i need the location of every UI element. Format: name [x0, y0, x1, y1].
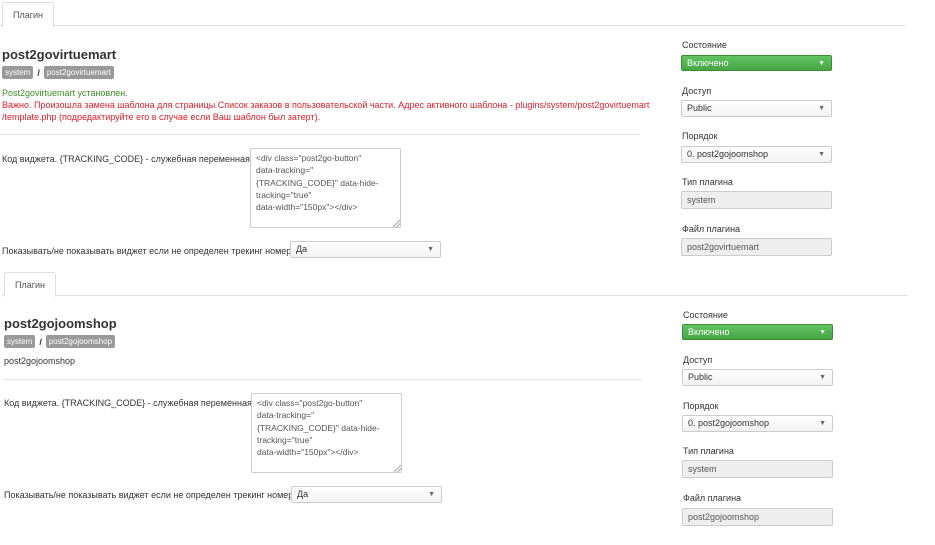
element-badge: post2govirtuemart — [43, 66, 114, 79]
plugin-file-label: Файл плагина — [682, 224, 741, 234]
show-widget-value: Да — [296, 244, 308, 254]
chevron-down-icon: ▼ — [819, 374, 826, 381]
tab-plugin[interactable]: Плагин — [2, 2, 55, 27]
state-label: Состояние — [683, 310, 728, 320]
plugin-badges: system / post2govirtuemart — [2, 66, 114, 79]
divider — [0, 134, 640, 135]
state-select[interactable]: Включено ▼ — [682, 324, 833, 340]
plugin-file-field: post2gojoomshop — [682, 508, 833, 526]
show-widget-value: Да — [297, 489, 309, 499]
plugin-title: post2gojoomshop — [4, 316, 117, 331]
chevron-down-icon: ▼ — [819, 420, 826, 427]
chevron-down-icon: ▼ — [427, 246, 434, 253]
plugin-description: post2gojoomshop — [4, 356, 76, 366]
widget-code-label: Код виджета. {TRACKING_CODE} - служебная… — [2, 154, 250, 164]
plugin-type-label: Тип плагина — [683, 446, 734, 456]
plugin-panel-post2gojoomshop: Плагин post2gojoomshop system / post2goj… — [0, 270, 935, 540]
order-value: 0. post2gojoomshop — [687, 149, 769, 159]
widget-code-label: Код виджета. {TRACKING_CODE} - служебная… — [4, 398, 252, 408]
order-select[interactable]: 0. post2gojoomshop ▼ — [681, 146, 832, 163]
element-badge: post2gojoomshop — [45, 335, 116, 348]
folder-badge: system — [2, 66, 34, 79]
install-success-message: Post2govirtuemart установлен. — [2, 88, 128, 98]
template-warning-message: Важно. Произошла замена шаблона для стра… — [2, 100, 650, 122]
resize-grip-icon[interactable] — [393, 220, 400, 227]
access-select[interactable]: Public ▼ — [681, 100, 832, 117]
tab-bar: Плагин — [2, 270, 907, 297]
access-value: Public — [688, 372, 713, 382]
resize-grip-icon[interactable] — [394, 465, 401, 472]
chevron-down-icon: ▼ — [818, 105, 825, 112]
show-widget-label: Показывать/не показывать виджет если не … — [4, 490, 294, 500]
plugin-badges: system / post2gojoomshop — [4, 335, 116, 348]
chevron-down-icon: ▼ — [818, 60, 825, 67]
order-label: Порядок — [682, 131, 718, 141]
plugin-file-label: Файл плагина — [683, 493, 742, 503]
state-value: Включено — [687, 58, 729, 68]
tab-plugin[interactable]: Плагин — [4, 272, 57, 297]
chevron-down-icon: ▼ — [818, 151, 825, 158]
show-widget-select[interactable]: Да ▼ — [290, 241, 441, 258]
show-widget-select[interactable]: Да ▼ — [291, 486, 442, 503]
plugin-type-field: system — [682, 460, 833, 478]
plugin-panel-post2govirtuemart: Плагин post2govirtuemart system / post2g… — [0, 0, 935, 270]
plugin-title: post2govirtuemart — [2, 47, 117, 62]
order-label: Порядок — [683, 401, 719, 411]
plugin-type-field: system — [681, 191, 832, 209]
widget-code-textarea[interactable]: <div class="post2go-button" data-trackin… — [250, 148, 401, 228]
plugin-type-label: Тип плагина — [682, 177, 733, 187]
access-select[interactable]: Public ▼ — [682, 369, 833, 386]
access-label: Доступ — [682, 86, 712, 96]
chevron-down-icon: ▼ — [428, 491, 435, 498]
divider — [2, 379, 642, 380]
badge-separator: / — [37, 67, 40, 78]
show-widget-label: Показывать/не показывать виджет если не … — [2, 246, 292, 256]
state-value: Включено — [688, 327, 730, 337]
badge-separator: / — [39, 336, 42, 347]
chevron-down-icon: ▼ — [819, 329, 826, 336]
widget-code-textarea[interactable]: <div class="post2go-button" data-trackin… — [251, 393, 402, 473]
plugin-file-field: post2govirtuemart — [681, 238, 832, 256]
state-select[interactable]: Включено ▼ — [681, 55, 832, 71]
folder-badge: system — [4, 335, 36, 348]
state-label: Состояние — [682, 40, 727, 50]
order-value: 0. post2gojoomshop — [688, 418, 770, 428]
tab-bar: Плагин — [0, 0, 905, 27]
access-label: Доступ — [683, 355, 713, 365]
order-select[interactable]: 0. post2gojoomshop ▼ — [682, 415, 833, 432]
access-value: Public — [687, 103, 712, 113]
